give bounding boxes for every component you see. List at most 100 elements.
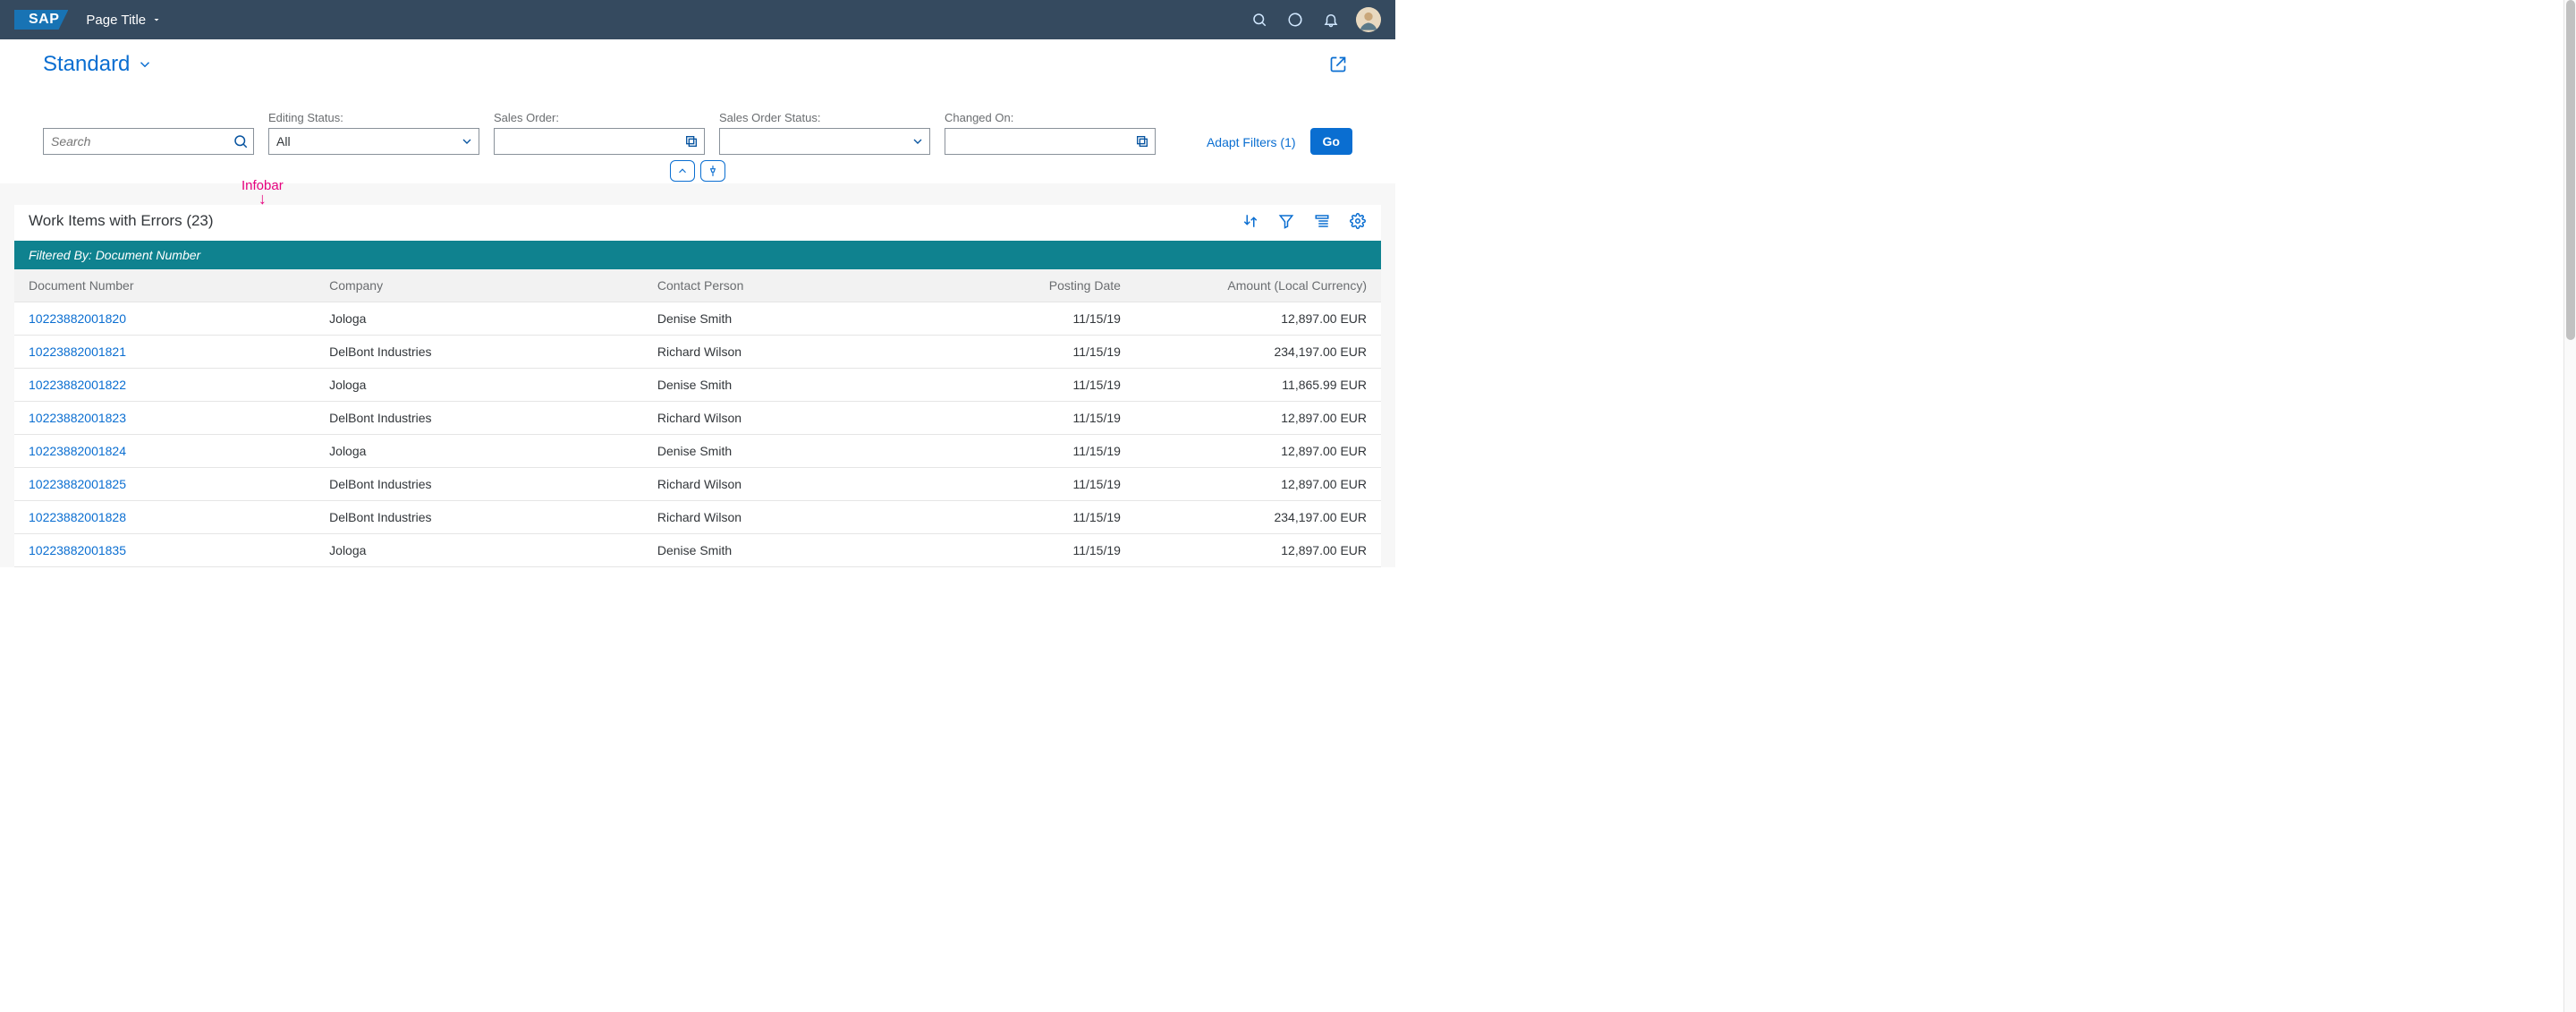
doc-link[interactable]: 10223882001821 xyxy=(29,344,126,359)
table-row[interactable]: 10223882001825 DelBont Industries Richar… xyxy=(14,468,1381,501)
chevron-down-icon xyxy=(151,14,162,25)
cell-date: 11/15/19 xyxy=(944,468,1135,501)
sap-logo: SAP xyxy=(14,10,68,30)
cell-date: 11/15/19 xyxy=(944,501,1135,534)
search-icon[interactable] xyxy=(1243,4,1275,36)
cell-amount: 234,197.00 EUR xyxy=(1135,501,1381,534)
cell-amount: 234,197.00 EUR xyxy=(1135,336,1381,369)
group-button[interactable] xyxy=(1313,212,1331,230)
user-avatar[interactable] xyxy=(1356,7,1381,32)
cell-date: 11/15/19 xyxy=(944,435,1135,468)
page-title-text: Page Title xyxy=(86,13,146,28)
collapse-header-button[interactable] xyxy=(670,160,695,182)
cell-amount: 12,897.00 EUR xyxy=(1135,435,1381,468)
cell-amount: 12,897.00 EUR xyxy=(1135,468,1381,501)
filter-bar: Editing Status: All Sales Order: Sales O… xyxy=(43,111,1352,166)
adapt-filters-link[interactable]: Adapt Filters (1) xyxy=(1207,135,1296,155)
cell-date: 11/15/19 xyxy=(944,369,1135,402)
cell-contact: Denise Smith xyxy=(643,302,944,336)
cell-contact: Denise Smith xyxy=(643,534,944,567)
search-input[interactable] xyxy=(43,128,254,155)
cell-company: Jologa xyxy=(315,534,643,567)
col-company[interactable]: Company xyxy=(315,269,643,302)
cell-date: 11/15/19 xyxy=(944,336,1135,369)
col-amount[interactable]: Amount (Local Currency) xyxy=(1135,269,1381,302)
search-icon xyxy=(233,133,249,149)
cell-amount: 12,897.00 EUR xyxy=(1135,534,1381,567)
pin-header-button[interactable] xyxy=(700,160,725,182)
doc-link[interactable]: 10223882001820 xyxy=(29,311,126,326)
cell-company: Jologa xyxy=(315,369,643,402)
doc-link[interactable]: 10223882001825 xyxy=(29,477,126,491)
value-help-button[interactable] xyxy=(679,129,704,154)
table-row[interactable]: 10223882001835 Jologa Denise Smith 11/15… xyxy=(14,534,1381,567)
sales-order-status-select[interactable] xyxy=(719,128,930,155)
chevron-down-icon xyxy=(460,134,474,149)
chevron-down-icon xyxy=(137,56,153,72)
doc-link[interactable]: 10223882001835 xyxy=(29,543,126,557)
editing-status-value: All xyxy=(268,128,479,155)
table-row[interactable]: 10223882001828 DelBont Industries Richar… xyxy=(14,501,1381,534)
changed-on-input[interactable] xyxy=(945,128,1156,155)
cell-date: 11/15/19 xyxy=(944,534,1135,567)
scrollbar-thumb[interactable] xyxy=(2566,0,2575,340)
annotation-infobar: Infobar ↓ xyxy=(242,178,284,204)
editing-status-select[interactable]: All xyxy=(268,128,479,155)
sales-order-input[interactable] xyxy=(494,128,705,155)
table-title: Work Items with Errors (23) xyxy=(29,212,214,230)
chevron-down-icon xyxy=(911,134,925,149)
cell-amount: 12,897.00 EUR xyxy=(1135,302,1381,336)
doc-link[interactable]: 10223882001824 xyxy=(29,444,126,458)
variant-title-text: Standard xyxy=(43,52,130,77)
col-contact[interactable]: Contact Person xyxy=(643,269,944,302)
content-area: Infobar ↓ Work Items with Errors (23) xyxy=(0,183,1395,567)
sales-order-status-label: Sales Order Status: xyxy=(719,111,930,124)
go-button[interactable]: Go xyxy=(1310,128,1352,155)
cell-contact: Richard Wilson xyxy=(643,336,944,369)
settings-button[interactable] xyxy=(1349,212,1367,230)
share-button[interactable] xyxy=(1324,50,1352,79)
sort-button[interactable] xyxy=(1241,212,1259,230)
doc-link[interactable]: 10223882001823 xyxy=(29,411,126,425)
doc-link[interactable]: 10223882001822 xyxy=(29,378,126,392)
sales-order-label: Sales Order: xyxy=(494,111,705,124)
search-field[interactable] xyxy=(43,128,254,155)
col-date[interactable]: Posting Date xyxy=(944,269,1135,302)
shell-page-title[interactable]: Page Title xyxy=(86,13,162,28)
cell-contact: Richard Wilson xyxy=(643,501,944,534)
cell-contact: Denise Smith xyxy=(643,435,944,468)
table-row[interactable]: 10223882001820 Jologa Denise Smith 11/15… xyxy=(14,302,1381,336)
cell-date: 11/15/19 xyxy=(944,302,1135,336)
editing-status-label: Editing Status: xyxy=(268,111,479,124)
cell-company: Jologa xyxy=(315,435,643,468)
filter-button[interactable] xyxy=(1277,212,1295,230)
cell-contact: Richard Wilson xyxy=(643,468,944,501)
scrollbar[interactable] xyxy=(2563,0,2576,1012)
copilot-icon[interactable] xyxy=(1279,4,1311,36)
doc-link[interactable]: 10223882001828 xyxy=(29,510,126,524)
cell-amount: 11,865.99 EUR xyxy=(1135,369,1381,402)
changed-on-label: Changed On: xyxy=(945,111,1156,124)
cell-company: DelBont Industries xyxy=(315,402,643,435)
bell-icon[interactable] xyxy=(1315,4,1347,36)
table-row[interactable]: 10223882001824 Jologa Denise Smith 11/15… xyxy=(14,435,1381,468)
page-header: Standard Editing Status: All Sales Order… xyxy=(0,39,1395,166)
table-row[interactable]: 10223882001822 Jologa Denise Smith 11/15… xyxy=(14,369,1381,402)
variant-selector[interactable]: Standard xyxy=(43,52,153,77)
table-row[interactable]: 10223882001823 DelBont Industries Richar… xyxy=(14,402,1381,435)
cell-contact: Denise Smith xyxy=(643,369,944,402)
cell-company: DelBont Industries xyxy=(315,501,643,534)
cell-date: 11/15/19 xyxy=(944,402,1135,435)
arrow-down-icon: ↓ xyxy=(242,193,284,204)
cell-company: DelBont Industries xyxy=(315,336,643,369)
cell-company: DelBont Industries xyxy=(315,468,643,501)
table-infobar[interactable]: Filtered By: Document Number xyxy=(14,241,1381,269)
table-row[interactable]: 10223882001821 DelBont Industries Richar… xyxy=(14,336,1381,369)
cell-amount: 12,897.00 EUR xyxy=(1135,402,1381,435)
data-table: Document Number Company Contact Person P… xyxy=(14,269,1381,567)
cell-company: Jologa xyxy=(315,302,643,336)
shell-header: SAP Page Title xyxy=(0,0,1395,39)
cell-contact: Richard Wilson xyxy=(643,402,944,435)
col-doc[interactable]: Document Number xyxy=(14,269,315,302)
value-help-button[interactable] xyxy=(1130,129,1155,154)
